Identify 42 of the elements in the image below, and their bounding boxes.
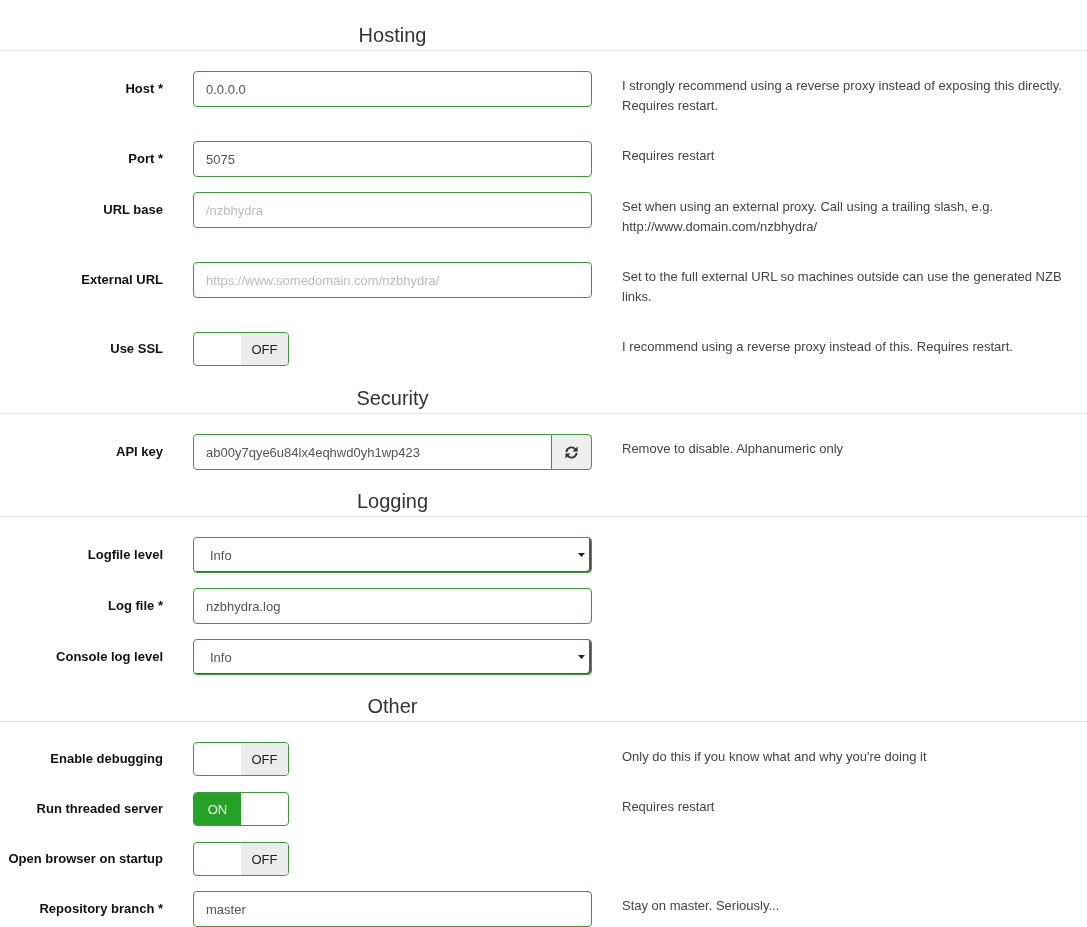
section-heading: Other [367,694,418,719]
dropdown[interactable]: Info [193,639,592,675]
field-label: Open browser on startup [8,850,163,868]
help-text: Requires restart [622,798,716,816]
help-text: I recommend using a reverse proxy instead of this. Requires restart. [622,338,1014,356]
field-label: Log file * [108,597,163,615]
text-field[interactable]: nzbhydra.log [193,588,592,624]
help-text: Set to the full external URL so machines outside can use the generated NZB links. [622,268,1063,306]
field-label: External URL [81,271,163,289]
section-heading: Security [356,386,429,411]
section-heading: Logging [356,489,429,514]
toggle-switch[interactable]: OFF [193,332,289,366]
caret-icon [578,655,585,659]
text-field[interactable]: 5075 [193,141,592,177]
field-label: Logfile level [87,546,163,564]
field-label: API key [116,443,163,461]
help-text: I strongly recommend using a reverse proxy instead of exposing this directly. Requires restart. [622,77,1063,115]
help-text: Requires restart [622,147,716,165]
refresh-icon [564,444,579,460]
text-field[interactable]: https://www.somedomain.com/nzbhydra/ [193,262,592,298]
help-text: Remove to disable. Alphanumeric only [622,440,845,458]
toggle-switch[interactable]: OFF [193,742,289,776]
help-text: Stay on master. Seriously... [622,897,781,915]
field-label: Enable debugging [50,750,163,768]
dropdown[interactable]: Info [193,537,592,573]
toggle-switch[interactable]: OFF [193,842,289,876]
field-label: URL base [103,201,163,219]
field-label: Repository branch * [39,900,163,918]
field-label: Port * [128,150,163,168]
field-label: Console log level [56,648,163,666]
text-field[interactable]: master [193,891,592,927]
caret-icon [578,553,585,557]
section-heading: Hosting [358,23,427,48]
field-label: Run threaded server [36,800,163,818]
regenerate-button[interactable] [551,434,592,470]
field-label: Host * [125,80,163,98]
api-key-field[interactable]: ab00y7qye6u84lx4eqhwd0yh1wp423 [193,434,552,470]
text-field[interactable]: /nzbhydra [193,192,592,228]
field-label: Use SSL [110,340,163,358]
help-text: Set when using an external proxy. Call using a trailing slash, e.g. http://www.domain.com/nzbhydra/ [622,198,995,236]
text-field[interactable]: 0.0.0.0 [193,71,592,107]
help-text: Only do this if you know what and why you're doing it [622,748,928,766]
